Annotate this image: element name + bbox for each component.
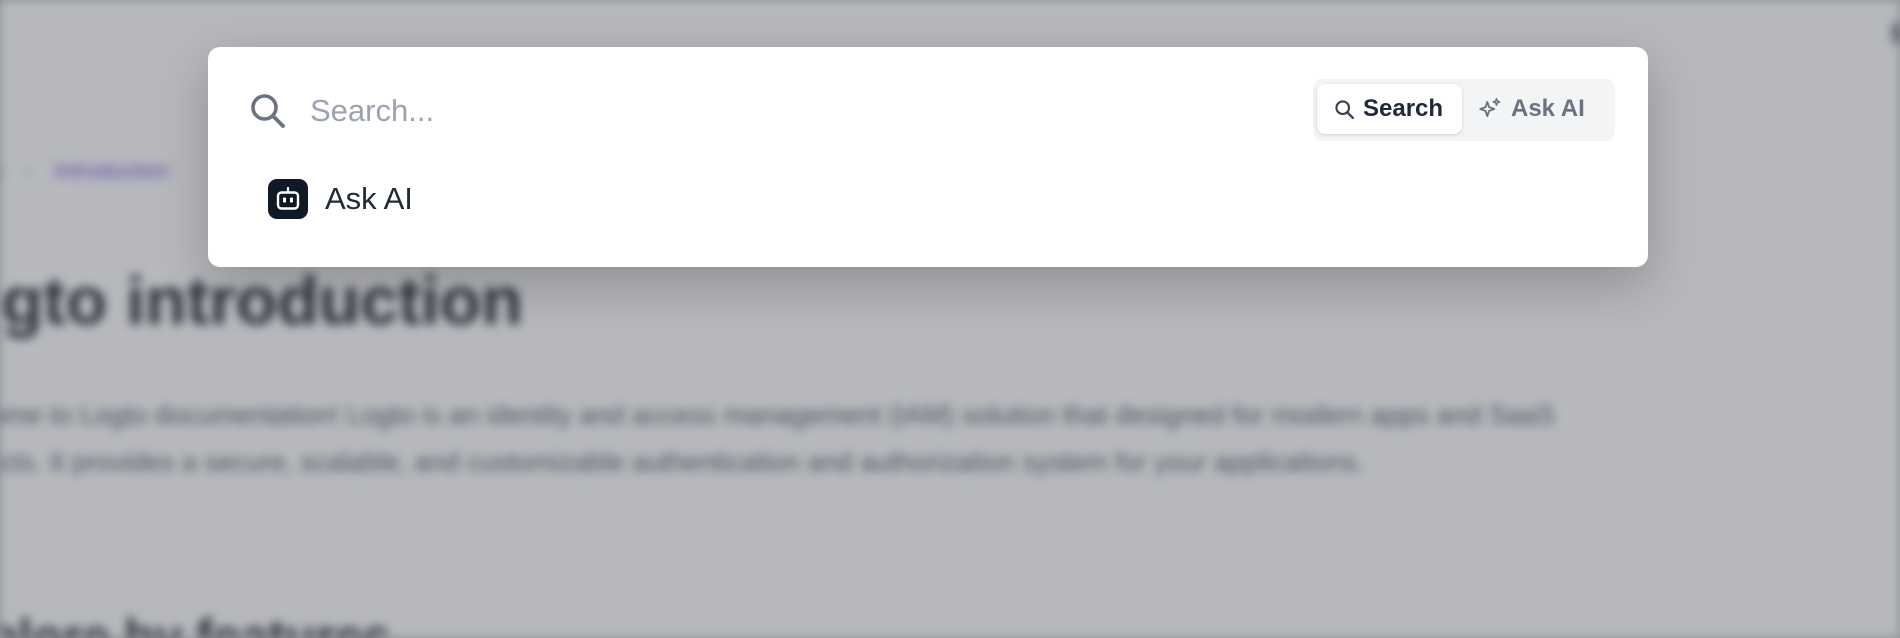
ask-ai-mode-label: Ask AI xyxy=(1511,95,1585,122)
search-icon xyxy=(1335,99,1355,119)
result-item-ask-ai[interactable]: Ask AI xyxy=(268,177,413,221)
result-item-label: Ask AI xyxy=(325,181,413,216)
ask-ai-mode-button[interactable]: Ask AI xyxy=(1466,84,1611,134)
search-icon xyxy=(248,91,288,131)
robot-icon xyxy=(268,179,308,219)
search-mode-switch: Search Ask AI xyxy=(1313,79,1615,141)
search-modal: Search Ask AI Ask AI xyxy=(208,47,1648,267)
search-input[interactable] xyxy=(310,87,1210,135)
sparkles-icon xyxy=(1479,97,1501,117)
search-mode-button[interactable]: Search xyxy=(1317,84,1462,134)
search-mode-label: Search xyxy=(1363,95,1444,122)
